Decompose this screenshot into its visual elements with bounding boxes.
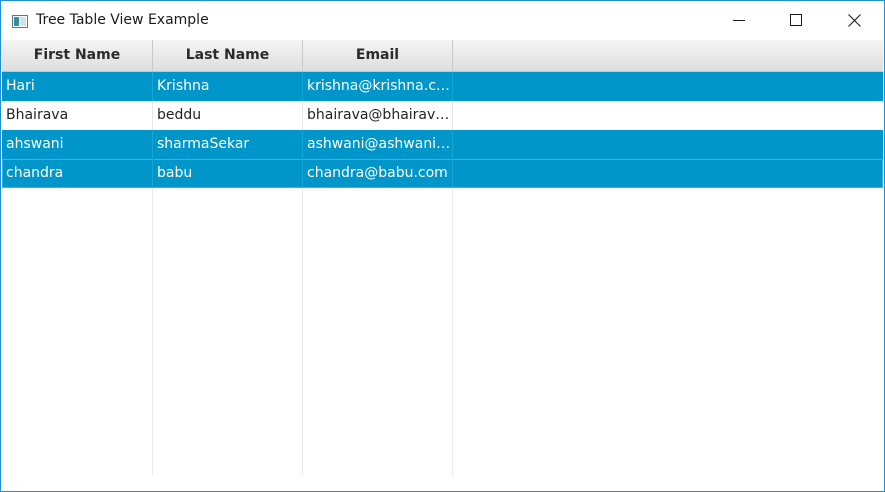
column-divider (152, 188, 153, 476)
table-row[interactable]: ahswani sharmaSekar ashwani@ashwani.... (2, 130, 883, 159)
close-icon (847, 13, 861, 27)
table-row[interactable]: chandra babu chandra@babu.com (2, 159, 883, 188)
cell-last-name: babu (153, 159, 303, 188)
cell-email: ashwani@ashwani.... (303, 130, 453, 159)
close-button[interactable] (825, 1, 883, 39)
cell-first-name: Hari (2, 72, 153, 101)
table-header: First Name Last Name Email (2, 40, 883, 72)
maximize-icon (790, 14, 802, 26)
maximize-button[interactable] (767, 1, 825, 39)
column-header-last-name[interactable]: Last Name (153, 40, 303, 71)
table-row[interactable]: Bhairava beddu bhairava@bhairava.... (2, 101, 883, 130)
tree-table-view[interactable]: First Name Last Name Email Hari Krishna … (2, 40, 883, 476)
title-bar[interactable]: Tree Table View Example (1, 1, 884, 39)
column-divider (452, 188, 453, 476)
minimize-icon (733, 20, 745, 21)
cell-first-name: chandra (2, 159, 153, 188)
window-title: Tree Table View Example (36, 12, 209, 28)
column-header-first-name[interactable]: First Name (2, 40, 153, 71)
app-window-icon (12, 13, 28, 28)
table-row[interactable]: Hari Krishna krishna@krishna.com (2, 72, 883, 101)
cell-last-name: Krishna (153, 72, 303, 101)
cell-first-name: ahswani (2, 130, 153, 159)
cell-email: chandra@babu.com (303, 159, 453, 188)
cell-email: krishna@krishna.com (303, 72, 453, 101)
column-divider (302, 188, 303, 476)
column-header-filler (453, 40, 883, 71)
minimize-button[interactable] (710, 1, 768, 39)
cell-last-name: beddu (153, 101, 303, 130)
cell-first-name: Bhairava (2, 101, 153, 130)
column-header-email[interactable]: Email (303, 40, 453, 71)
cell-last-name: sharmaSekar (153, 130, 303, 159)
app-window: Tree Table View Example First Name Last … (0, 0, 885, 492)
cell-email: bhairava@bhairava.... (303, 101, 453, 130)
